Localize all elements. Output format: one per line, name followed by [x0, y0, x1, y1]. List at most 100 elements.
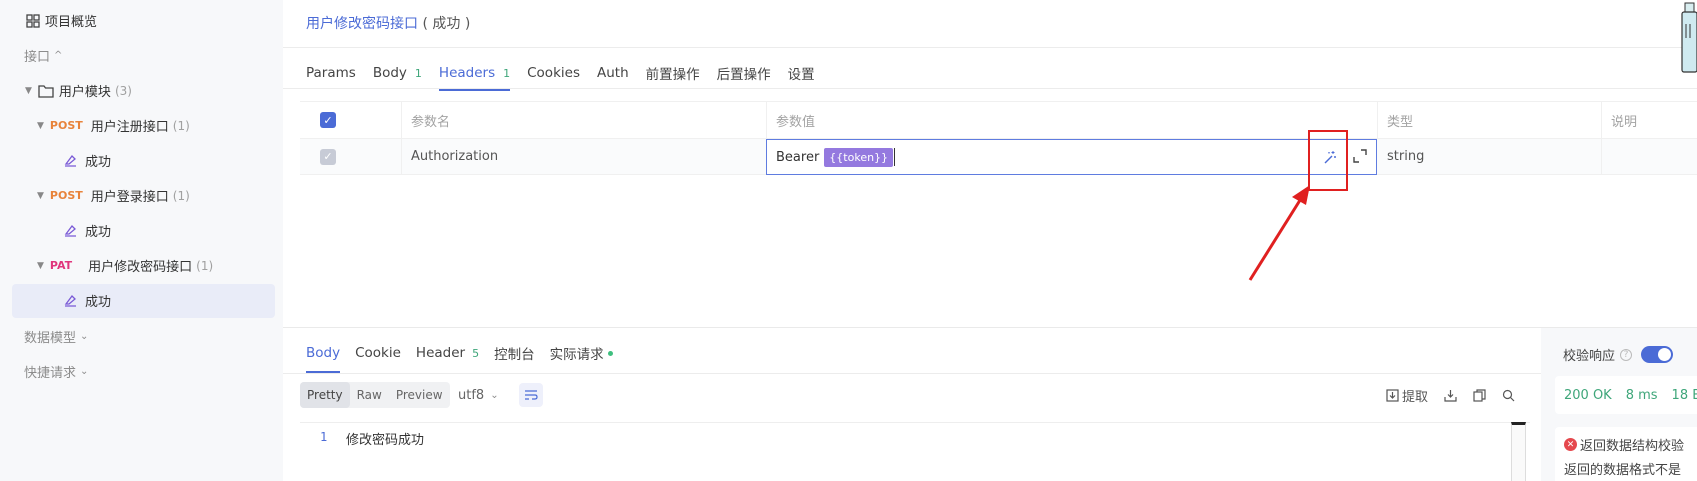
- expand-icon[interactable]: [1352, 148, 1368, 164]
- header-type-field[interactable]: string: [1377, 139, 1597, 174]
- tab-headers[interactable]: Headers 1: [438, 58, 511, 91]
- format-preview[interactable]: Preview: [389, 382, 450, 408]
- verify-toggle[interactable]: [1641, 346, 1674, 363]
- format-pretty[interactable]: Pretty: [300, 382, 350, 408]
- tab-count: 1: [414, 66, 422, 80]
- tab-label: Params: [306, 65, 356, 81]
- tab-response-cookie[interactable]: Cookie: [355, 340, 401, 366]
- word-wrap-button[interactable]: [519, 383, 543, 407]
- sidebar-section-data-models[interactable]: 数据模型 ⌄: [24, 327, 88, 346]
- response-tabs: Body Cookie Header 5 控制台 实际请求: [306, 340, 628, 373]
- chevron-down-icon: ⌄: [490, 389, 499, 401]
- tab-response-body[interactable]: Body: [306, 340, 341, 373]
- table-row: ✓ Authorization Bearer {{token}} string: [300, 139, 1697, 175]
- column-divider: [1601, 139, 1602, 174]
- tab-label: 前置操作: [645, 67, 700, 83]
- sidebar-data-models-label: 数据模型: [24, 331, 77, 346]
- tab-label: Body: [306, 345, 341, 361]
- tab-label: Headers: [438, 65, 496, 81]
- scrollbar[interactable]: [1511, 422, 1526, 481]
- sidebar-selected-highlight: [12, 284, 275, 318]
- tab-cookies[interactable]: Cookies: [527, 58, 580, 88]
- grid-icon: [26, 13, 40, 28]
- tab-params[interactable]: Params: [306, 58, 356, 88]
- request-tabs: Params Body 1 Headers 1 Cookies Auth 前置操作 …: [306, 58, 832, 91]
- caret-down-icon: ▼: [25, 85, 32, 96]
- breadcrumb-endpoint[interactable]: 用户修改密码接口: [306, 16, 418, 32]
- header-value-field[interactable]: Bearer {{token}}: [766, 139, 1377, 175]
- tab-label: Cookie: [355, 345, 401, 361]
- sidebar-case-register-success[interactable]: 成功: [63, 151, 111, 170]
- endpoint-count: (1): [172, 188, 190, 203]
- tab-count: 1: [503, 66, 511, 80]
- case-icon: [64, 295, 76, 307]
- header-name-field[interactable]: Authorization: [401, 139, 737, 174]
- column-header-type: 类型: [1387, 114, 1414, 130]
- endpoint-count: (1): [172, 118, 190, 133]
- response-size: 18 B: [1671, 387, 1697, 403]
- error-icon: ✕: [1564, 438, 1577, 451]
- endpoint-count: (1): [196, 258, 214, 273]
- endpoint-name: 用户注册接口: [90, 120, 169, 135]
- column-header-name: 参数名: [411, 114, 451, 130]
- tab-body[interactable]: Body 1: [373, 58, 422, 88]
- sidebar-overview-label: 项目概览: [45, 15, 98, 30]
- sidebar-endpoint-change-password[interactable]: ▼ PAT 用户修改密码接口 (1): [37, 256, 214, 276]
- tab-actual-request[interactable]: 实际请求: [550, 340, 613, 366]
- tab-label: 后置操作: [716, 67, 771, 83]
- sidebar-endpoint-login[interactable]: ▼ POST 用户登录接口 (1): [37, 186, 190, 206]
- chevron-up-icon: ^: [54, 50, 63, 61]
- tab-settings[interactable]: 设置: [788, 58, 815, 88]
- case-label: 成功: [85, 155, 112, 170]
- verify-label: 校验响应: [1563, 349, 1616, 364]
- method-badge: POST: [49, 119, 83, 132]
- case-label: 成功: [85, 225, 112, 240]
- column-header-value: 参数值: [776, 114, 816, 130]
- endpoint-name: 用户修改密码接口: [88, 260, 193, 275]
- table-header: ✓ 参数名 参数值 类型 说明: [300, 101, 1697, 139]
- tab-response-header[interactable]: Header 5: [416, 340, 479, 366]
- copy-icon[interactable]: [1473, 388, 1486, 402]
- chevron-down-icon: ⌄: [80, 331, 89, 342]
- annotation-arrow: [1248, 185, 1310, 281]
- endpoint-name: 用户登录接口: [90, 190, 169, 205]
- select-all-checkbox[interactable]: ✓: [320, 112, 336, 128]
- sidebar-user-module-count: (3): [114, 83, 132, 98]
- tab-pre-ops[interactable]: 前置操作: [646, 58, 700, 88]
- encoding-select[interactable]: utf8 ⌄: [458, 382, 499, 408]
- sidebar-case-change-password-success[interactable]: 成功: [63, 291, 111, 310]
- download-icon[interactable]: [1444, 389, 1457, 402]
- sidebar-quick-request-label: 快捷请求: [24, 366, 77, 381]
- sidebar-section-interfaces[interactable]: 接口 ^: [24, 46, 62, 65]
- error-title: 返回数据结构校验: [1580, 439, 1685, 454]
- case-icon: [64, 225, 76, 237]
- response-code-editor[interactable]: 1 修改密码成功: [300, 422, 1530, 481]
- tab-auth[interactable]: Auth: [597, 58, 629, 88]
- tab-label: Body: [372, 65, 407, 81]
- tab-label: 设置: [787, 67, 815, 83]
- extract-button[interactable]: 提取: [1402, 386, 1428, 405]
- tab-count: 5: [472, 346, 480, 360]
- tab-console[interactable]: 控制台: [494, 340, 535, 366]
- search-icon[interactable]: [1502, 389, 1515, 402]
- variable-token[interactable]: {{token}}: [824, 147, 894, 167]
- caret-down-icon: ▼: [37, 190, 44, 201]
- response-stats: 200 OK 8 ms 18 B: [1555, 376, 1697, 414]
- row-checkbox[interactable]: ✓: [320, 148, 336, 165]
- tab-label: Header: [415, 345, 466, 361]
- sidebar-case-login-success[interactable]: 成功: [63, 221, 111, 240]
- value-prefix: Bearer: [776, 149, 820, 165]
- sidebar-section-quick-request[interactable]: 快捷请求 ⌄: [24, 362, 88, 381]
- response-toolbar: 提取: [1386, 382, 1515, 408]
- help-icon[interactable]: ?: [1620, 348, 1633, 361]
- floating-widget-icon[interactable]: [1680, 0, 1697, 78]
- tab-post-ops[interactable]: 后置操作: [717, 58, 771, 88]
- sidebar-endpoint-register[interactable]: ▼ POST 用户注册接口 (1): [37, 116, 190, 136]
- response-panel: Body Cookie Header 5 控制台 实际请求 Pretty Raw …: [283, 327, 1697, 481]
- format-raw[interactable]: Raw: [350, 382, 389, 408]
- code-line: 修改密码成功: [346, 433, 425, 448]
- sidebar-folder-user-module[interactable]: ▼ 用户模块 (3): [25, 81, 132, 101]
- sidebar-item-overview[interactable]: 项目概览: [26, 11, 97, 30]
- select-all-cell: ✓: [310, 102, 380, 138]
- validation-error: ✕ 返回数据结构校验 返回的数据格式不是: [1555, 427, 1697, 481]
